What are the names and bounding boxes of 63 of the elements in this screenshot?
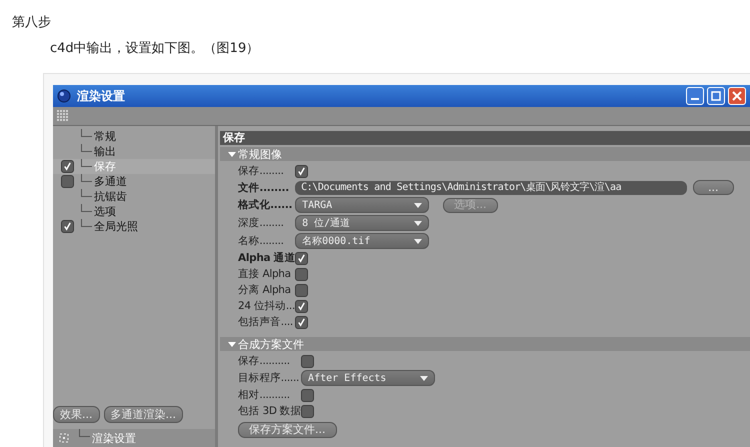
checkbox[interactable] — [295, 164, 308, 178]
browse-button[interactable]: ... — [693, 180, 734, 195]
triangle-icon — [228, 150, 236, 158]
checkbox[interactable] — [60, 160, 74, 173]
caption-text: c4d中输出，设置如下图。（图19） — [49, 40, 260, 58]
maximize-icon — [711, 91, 721, 101]
render-icon — [59, 433, 69, 443]
sidebar-item[interactable]: 多通道 — [53, 174, 215, 189]
checkbox[interactable] — [301, 354, 314, 368]
field-label: 包括 3D 数据 — [238, 404, 302, 418]
field-label: 深度........ — [238, 216, 285, 230]
checkbox[interactable] — [295, 300, 308, 312]
checkbox[interactable] — [60, 220, 74, 233]
field-label: 格式化...... — [238, 198, 294, 212]
checkbox[interactable] — [295, 284, 308, 296]
minimize-icon — [691, 98, 699, 100]
close-icon — [732, 91, 742, 101]
sidebar-item[interactable]: 保存 — [53, 159, 215, 174]
close-button[interactable] — [728, 87, 746, 105]
caret-icon — [414, 220, 422, 226]
checkbox[interactable] — [295, 316, 308, 328]
checkbox[interactable] — [295, 252, 308, 264]
field-label: 目标程序...... — [238, 371, 300, 385]
checkbox[interactable] — [301, 404, 314, 418]
caret-icon — [420, 376, 428, 380]
panel-header: 保存 — [220, 131, 750, 145]
field-label: 保存........ — [238, 164, 285, 178]
minimize-button[interactable] — [686, 87, 704, 105]
field-label: Alpha 通道 — [238, 251, 296, 265]
sidebar-item[interactable]: 选项 — [53, 204, 215, 219]
caret-icon — [414, 202, 422, 208]
dropdown[interactable]: 8 位/通道 — [295, 215, 430, 231]
file-path-field[interactable]: C:\Documents and Settings\Administrator\桌面\风铃文字\渲\aa — [295, 180, 688, 194]
field-label: 相对.......... — [238, 388, 291, 402]
dropdown[interactable]: After Effects — [301, 370, 436, 386]
step-heading: 第八步 — [11, 14, 52, 32]
checkbox[interactable] — [60, 175, 74, 188]
window-title: 渲染设置 — [77, 88, 125, 104]
sidebar-item[interactable]: 常规 — [53, 129, 215, 144]
field-label: 直接 Alpha — [238, 267, 292, 281]
dropdown[interactable]: TARGA — [295, 197, 430, 213]
save-project-button[interactable]: 保存方案文件... — [238, 422, 336, 438]
checkbox[interactable] — [301, 388, 314, 402]
checkbox[interactable] — [295, 268, 308, 280]
section-header[interactable]: 常规图像 — [220, 147, 750, 161]
field-label: 24 位抖动... — [238, 299, 296, 313]
sphere-icon — [57, 89, 71, 103]
grip-icon[interactable] — [57, 110, 69, 122]
sidebar-button[interactable]: 多通道渲染... — [104, 406, 183, 423]
section-header[interactable]: 合成方案文件 — [220, 337, 750, 351]
maximize-button[interactable] — [707, 87, 725, 105]
field-label: 分离 Alpha — [238, 283, 292, 297]
sidebar-item[interactable]: 输出 — [53, 144, 215, 159]
field-label: 文件........ — [238, 180, 290, 194]
sidebar-item[interactable]: 全局光照 — [53, 219, 215, 234]
field-label: 包括声音.... — [238, 315, 294, 329]
caret-icon — [414, 238, 422, 244]
sidebar-item[interactable]: 抗锯齿 — [53, 189, 215, 204]
sidebar-button[interactable]: 效果... — [53, 406, 100, 423]
dropdown[interactable]: 名称0000.tif — [295, 233, 430, 249]
field-label: 名称........ — [238, 234, 285, 248]
field-label: 保存.......... — [238, 354, 291, 368]
triangle-icon — [228, 340, 236, 348]
